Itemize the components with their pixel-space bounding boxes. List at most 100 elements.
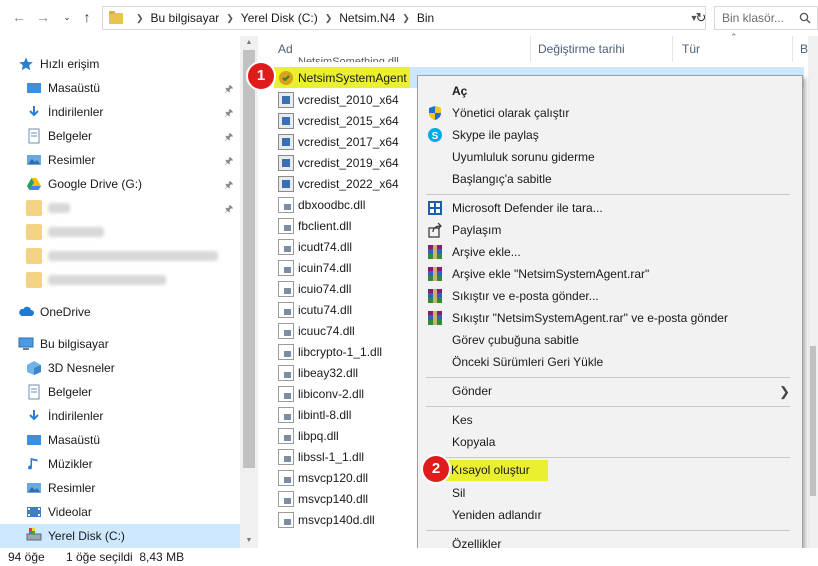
pin-icon[interactable]: 🖈: [224, 82, 233, 99]
chevron-right-icon: ❯: [779, 384, 790, 399]
up-icon[interactable]: ↑: [78, 8, 96, 26]
folder-icon: [109, 10, 123, 24]
recent-dropdown-icon[interactable]: ⌄: [58, 8, 76, 26]
pin-icon[interactable]: 🖈: [224, 202, 233, 219]
file-name: icuuc74.dll: [298, 323, 355, 338]
sidebar-item-3d-objects[interactable]: 3D Nesneler: [26, 356, 264, 380]
refresh-icon[interactable]: ↻: [690, 6, 712, 30]
column-separator[interactable]: [672, 36, 673, 62]
menu-item-skype-share[interactable]: S Skype ile paylaş: [418, 124, 802, 146]
download-icon: [26, 104, 42, 120]
chevron-right-icon[interactable]: ❯: [402, 13, 410, 24]
sidebar-quick-access[interactable]: Hızlı erişim: [18, 52, 256, 76]
menu-item-add-archive[interactable]: Arşive ekle...: [418, 241, 802, 263]
search-input[interactable]: Bin klasör...: [714, 6, 818, 30]
menu-label: Başlangıç'a sabitle: [452, 172, 552, 186]
column-size[interactable]: B: [800, 42, 808, 56]
file-name: vcredist_2019_x64: [298, 155, 399, 170]
scrollbar-thumb[interactable]: [243, 50, 255, 468]
column-type[interactable]: Tür: [682, 42, 700, 56]
sidebar-item-blurred[interactable]: [26, 220, 264, 244]
scroll-down-icon[interactable]: ▼: [240, 534, 258, 548]
column-date[interactable]: Değiştirme tarihi: [538, 42, 625, 56]
menu-label: Arşive ekle...: [452, 245, 521, 259]
menu-label: Sil: [452, 486, 466, 500]
menu-item-compress-rar-email[interactable]: Sıkıştır "NetsimSystemAgent.rar" ve e-po…: [418, 307, 802, 329]
breadcrumb-local-disk[interactable]: Yerel Disk (C:): [241, 11, 318, 25]
back-icon[interactable]: ←: [10, 8, 28, 26]
sidebar-label: Masaüstü: [48, 81, 101, 95]
chevron-right-icon[interactable]: ❯: [325, 13, 333, 24]
dll-file-icon: [278, 511, 294, 528]
menu-item-cut[interactable]: Kes: [418, 409, 802, 431]
column-separator[interactable]: [792, 36, 793, 62]
folder-icon: [26, 200, 42, 216]
menu-item-pin-taskbar[interactable]: Görev çubuğuna sabitle: [418, 329, 802, 351]
sidebar-item-this-pc[interactable]: Bu bilgisayar: [18, 332, 256, 356]
menu-item-open[interactable]: Aç: [418, 80, 802, 102]
sidebar-label: Müzikler: [48, 457, 93, 471]
skype-icon: S: [428, 128, 442, 142]
sidebar-item-blurred[interactable]: [26, 244, 264, 268]
file-name: icuin74.dll: [298, 260, 352, 275]
chevron-right-icon[interactable]: ❯: [136, 13, 144, 24]
scroll-up-icon[interactable]: ▲: [240, 36, 258, 50]
menu-item-delete[interactable]: Sil: [418, 482, 802, 504]
menu-item-restore-previous[interactable]: Önceki Sürümleri Geri Yükle: [418, 351, 802, 373]
blurred-label: [48, 227, 104, 237]
sidebar-item-pictures[interactable]: Resimler: [26, 476, 264, 500]
menu-item-share[interactable]: Paylaşım: [418, 219, 802, 241]
sidebar-scrollbar[interactable]: ▲ ▼: [240, 36, 258, 548]
sidebar-item-desktop[interactable]: Masaüstü: [26, 428, 264, 452]
documents-icon: [26, 384, 42, 400]
breadcrumb-this-pc[interactable]: Bu bilgisayar: [151, 11, 220, 25]
pin-icon[interactable]: 🖈: [224, 130, 233, 147]
star-icon: [18, 56, 34, 72]
scrollbar-thumb[interactable]: [810, 346, 816, 496]
sidebar-item-downloads[interactable]: İndirilenler: [26, 404, 264, 428]
sidebar-item-videos[interactable]: Videolar: [26, 500, 264, 524]
menu-item-compress-email[interactable]: Sıkıştır ve e-posta gönder...: [418, 285, 802, 307]
file-list-scrollbar[interactable]: [808, 36, 818, 548]
item-count: 94 öğe: [8, 550, 45, 564]
download-icon: [26, 408, 42, 424]
address-bar[interactable]: ❯ Bu bilgisayar ❯ Yerel Disk (C:) ❯ Nets…: [102, 6, 706, 30]
column-name[interactable]: Ad: [278, 42, 293, 56]
menu-label: Arşive ekle "NetsimSystemAgent.rar": [452, 267, 650, 281]
menu-item-run-as-admin[interactable]: Yönetici olarak çalıştır: [418, 102, 802, 124]
menu-item-copy[interactable]: Kopyala: [418, 431, 802, 453]
desktop-icon: [26, 80, 42, 96]
search-icon: [799, 12, 811, 24]
menu-item-defender[interactable]: Microsoft Defender ile tara...: [418, 197, 802, 219]
menu-item-send-to[interactable]: Gönder ❯: [418, 380, 802, 402]
menu-item-troubleshoot[interactable]: Uyumluluk sorunu giderme: [418, 146, 802, 168]
chevron-right-icon[interactable]: ❯: [226, 13, 234, 24]
menu-label: Paylaşım: [452, 223, 502, 237]
sidebar-label: OneDrive: [40, 305, 91, 319]
drive-icon: [26, 528, 42, 544]
music-icon: [26, 456, 42, 472]
forward-icon[interactable]: →: [34, 8, 52, 26]
pin-icon[interactable]: 🖈: [224, 106, 233, 123]
file-name: icutu74.dll: [298, 302, 353, 317]
menu-item-add-rar[interactable]: Arşive ekle "NetsimSystemAgent.rar": [418, 263, 802, 285]
pin-icon[interactable]: 🖈: [224, 178, 233, 195]
menu-separator: [426, 457, 790, 458]
sidebar-item-documents[interactable]: Belgeler: [26, 380, 264, 404]
file-name: libssl-1_1.dll: [298, 449, 365, 464]
breadcrumb-netsim[interactable]: Netsim.N4: [339, 11, 395, 25]
breadcrumb-bin[interactable]: Bin: [417, 11, 434, 25]
sidebar-item-blurred[interactable]: [26, 268, 264, 292]
sidebar-label: Bu bilgisayar: [40, 337, 109, 351]
blurred-label: [48, 251, 218, 261]
menu-label: Kes: [452, 413, 473, 427]
create-shortcut-label-overlay[interactable]: Kısayol oluştur: [451, 460, 530, 481]
sidebar-item-onedrive[interactable]: OneDrive: [18, 300, 256, 324]
pin-icon[interactable]: 🖈: [224, 154, 233, 171]
menu-item-rename[interactable]: Yeniden adlandır: [418, 504, 802, 526]
menu-item-pin-start[interactable]: Başlangıç'a sabitle: [418, 168, 802, 190]
sidebar-item-music[interactable]: Müzikler: [26, 452, 264, 476]
column-separator[interactable]: [530, 36, 531, 62]
dll-file-icon: [278, 343, 294, 360]
sidebar-item-local-disk[interactable]: Yerel Disk (C:): [0, 524, 240, 548]
